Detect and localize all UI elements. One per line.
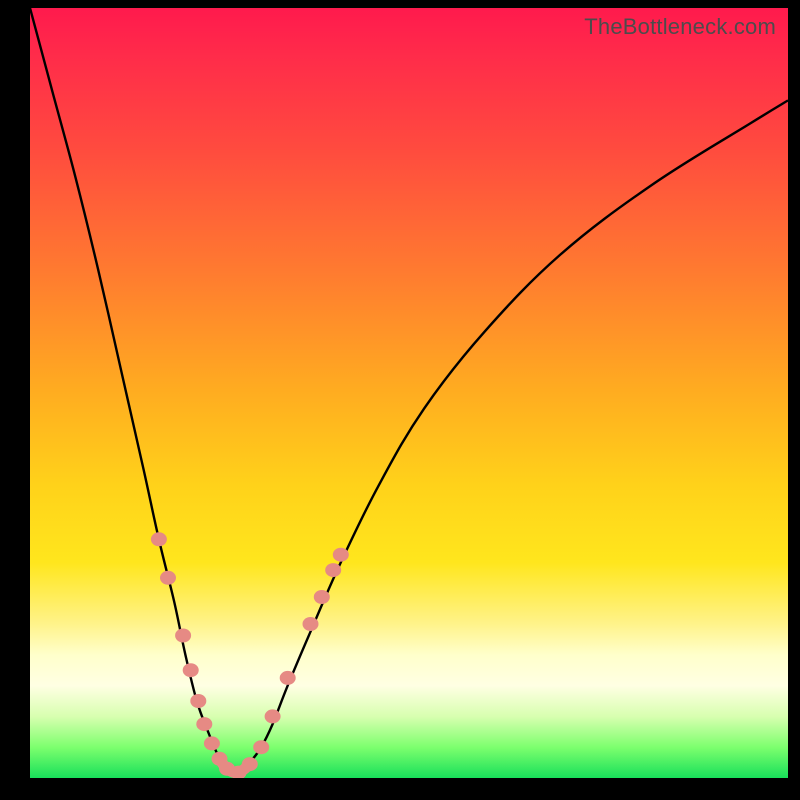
highlight-marker	[183, 663, 199, 677]
right-curve	[235, 100, 788, 774]
chart-svg	[30, 8, 788, 778]
highlight-marker	[333, 548, 349, 562]
highlight-marker	[196, 717, 212, 731]
chart-frame: TheBottleneck.com	[0, 0, 800, 800]
highlight-marker	[325, 563, 341, 577]
highlight-marker	[151, 532, 167, 546]
highlight-marker	[280, 671, 296, 685]
highlight-marker	[190, 694, 206, 708]
left-curve	[30, 8, 235, 774]
highlight-marker	[204, 736, 220, 750]
highlight-marker	[242, 757, 258, 771]
highlight-marker	[265, 709, 281, 723]
chart-plot-area: TheBottleneck.com	[30, 8, 788, 778]
highlight-marker	[303, 617, 319, 631]
watermark-text: TheBottleneck.com	[584, 14, 776, 40]
highlight-marker	[253, 740, 269, 754]
marker-group	[151, 532, 349, 778]
highlight-marker	[175, 629, 191, 643]
highlight-marker	[160, 571, 176, 585]
highlight-marker	[314, 590, 330, 604]
